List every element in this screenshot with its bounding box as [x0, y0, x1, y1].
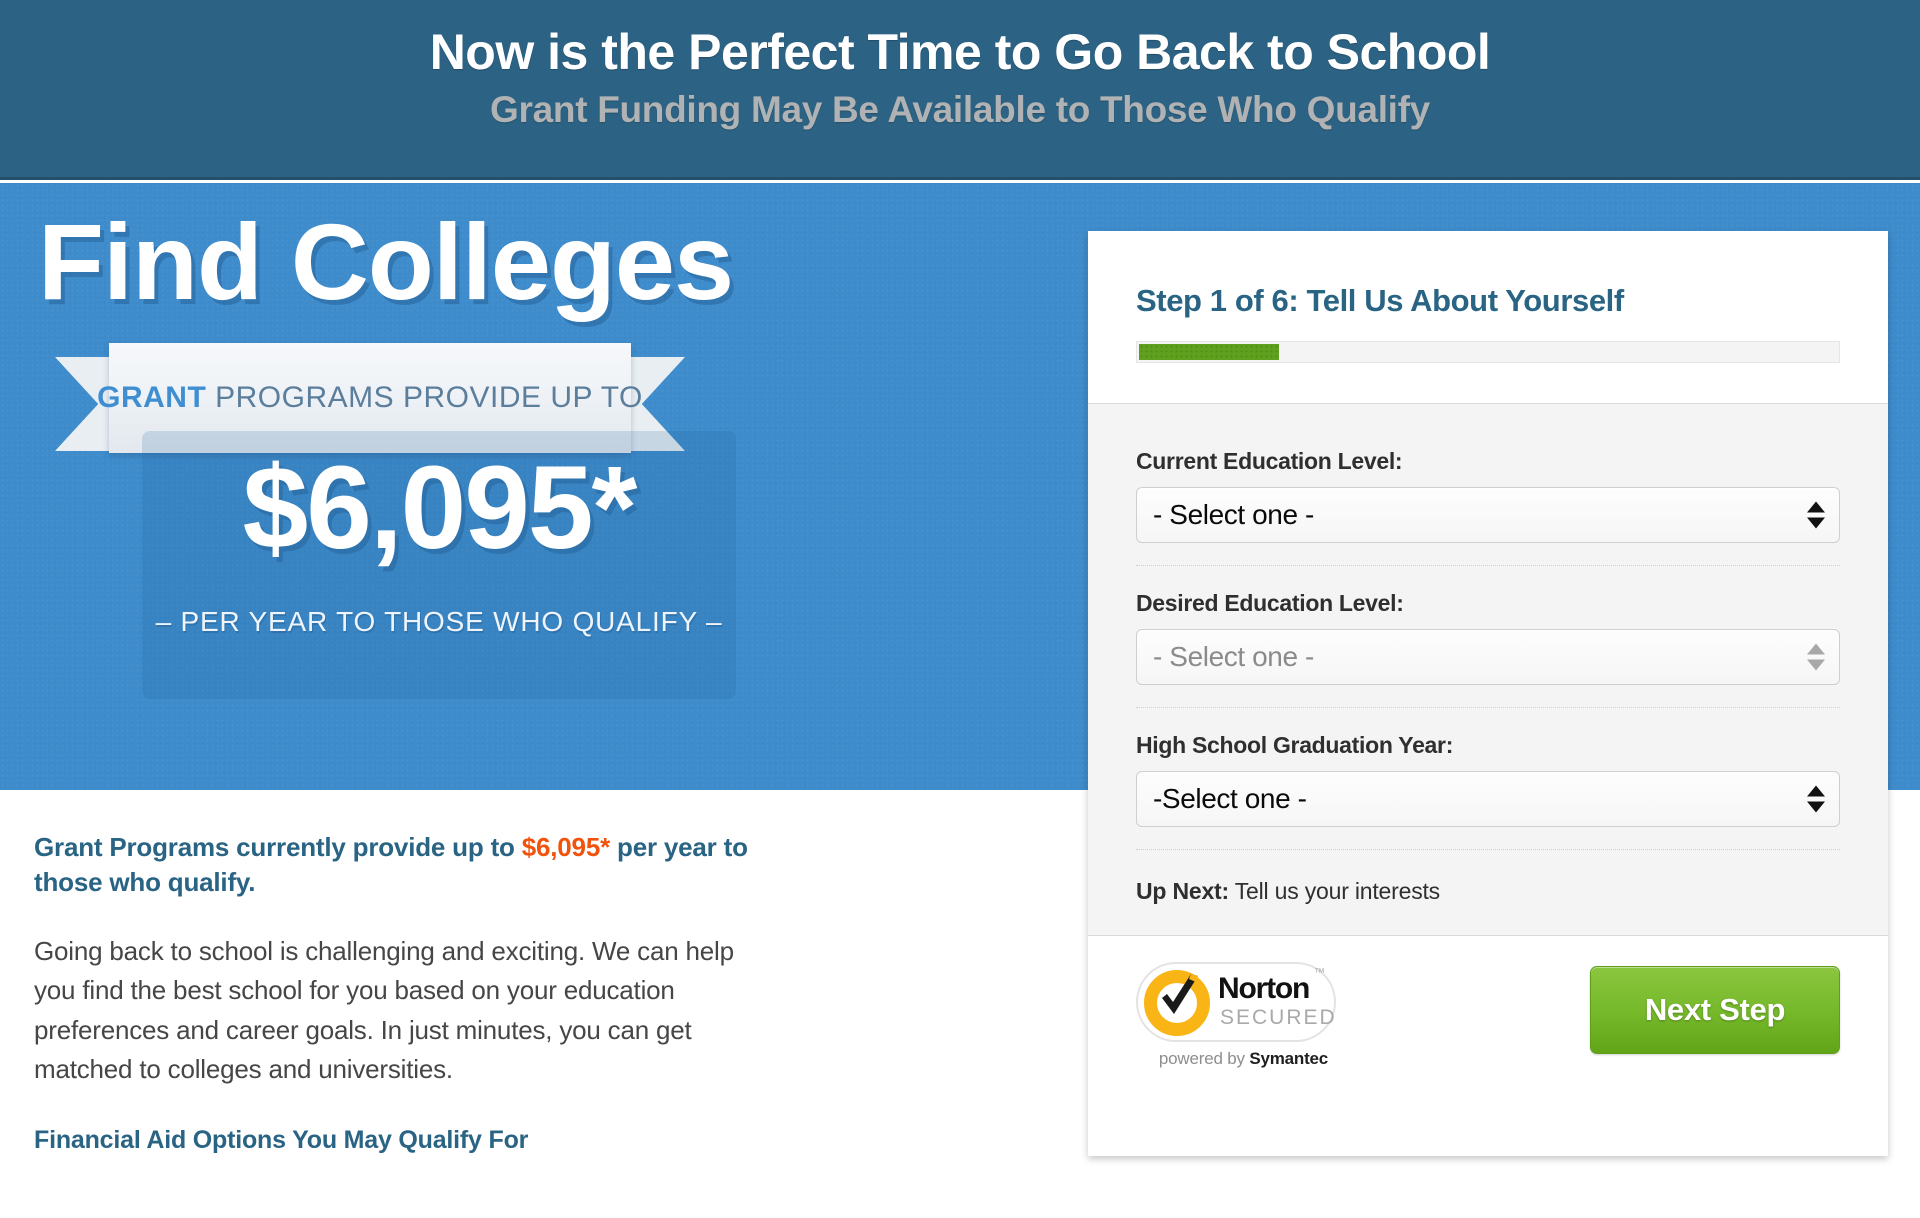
triangle-down-icon — [1807, 659, 1825, 671]
select-value: -Select one - — [1153, 783, 1307, 814]
article-copy: Grant Programs currently provide up to $… — [34, 830, 764, 1155]
grant-amount-caption: – PER YEAR TO THOSE WHO QUALIFY – — [155, 606, 723, 637]
lede-amount: $6,095* — [521, 832, 610, 862]
lead-form-card: Step 1 of 6: Tell Us About Yourself Curr… — [1088, 231, 1888, 1156]
form-body: Current Education Level: - Select one - … — [1088, 404, 1888, 935]
landing-page: Now is the Perfect Time to Go Back to Sc… — [0, 0, 1920, 1218]
chevron-stepper-icon[interactable] — [1807, 785, 1825, 813]
next-step-button[interactable]: Next Step — [1590, 966, 1840, 1054]
form-header: Step 1 of 6: Tell Us About Yourself — [1088, 231, 1888, 404]
up-next-hint: Up Next: Tell us your interests — [1136, 874, 1840, 905]
hero-headline: Find Colleges — [38, 201, 734, 322]
field-current-education-level: Current Education Level: - Select one - — [1136, 448, 1840, 566]
powered-brand: Symantec — [1249, 1049, 1329, 1068]
article-lede: Grant Programs currently provide up to $… — [34, 830, 764, 900]
ribbon-strong-word: GRANT — [97, 381, 207, 414]
triangle-down-icon — [1807, 801, 1825, 813]
chevron-stepper-icon[interactable] — [1807, 643, 1825, 671]
current-education-level-select[interactable]: - Select one - — [1136, 487, 1840, 543]
lede-text-before: Grant Programs currently provide up to — [34, 832, 522, 862]
ribbon-text: GRANT PROGRAMS PROVIDE UP TO — [97, 381, 643, 415]
ribbon-rest-text: PROGRAMS PROVIDE UP TO — [206, 381, 643, 414]
field-label: Desired Education Level: — [1136, 590, 1404, 616]
up-next-label: Up Next: — [1136, 878, 1229, 904]
progress-bar-fill — [1139, 344, 1279, 360]
trademark-symbol: ™ — [1314, 967, 1325, 979]
high-school-graduation-year-select[interactable]: -Select one - — [1136, 771, 1840, 827]
norton-powered-by: powered by Symantec — [1136, 1049, 1351, 1069]
hero-graphic: Find Colleges GRANT PROGRAMS PROVIDE UP … — [0, 183, 1085, 790]
powered-prefix: powered by — [1158, 1049, 1250, 1068]
norton-badge-frame: Norton SECURED ™ — [1136, 962, 1336, 1042]
grant-amount: $6,095* — [242, 442, 638, 574]
progress-bar — [1136, 341, 1840, 363]
top-banner: Now is the Perfect Time to Go Back to Sc… — [0, 0, 1920, 180]
triangle-up-icon — [1807, 501, 1825, 513]
norton-brand-text: Norton — [1218, 972, 1310, 1005]
checkmark-icon — [1162, 974, 1198, 1014]
up-next-value: Tell us your interests — [1228, 878, 1440, 904]
article-subheading: Financial Aid Options You May Qualify Fo… — [34, 1125, 529, 1154]
form-step-title: Step 1 of 6: Tell Us About Yourself — [1136, 283, 1624, 318]
chevron-stepper-icon[interactable] — [1807, 501, 1825, 529]
banner-subheadline: Grant Funding May Be Available to Those … — [490, 88, 1430, 130]
field-label: High School Graduation Year: — [1136, 732, 1454, 758]
norton-secured-badge: Norton SECURED ™ powered by Symantec — [1136, 958, 1351, 1069]
triangle-up-icon — [1807, 785, 1825, 797]
field-desired-education-level: Desired Education Level: - Select one - — [1136, 590, 1840, 708]
form-footer: Norton SECURED ™ powered by Symantec Nex… — [1088, 935, 1888, 1069]
select-value: - Select one - — [1153, 499, 1314, 530]
article-paragraph: Going back to school is challenging and … — [34, 935, 734, 1085]
norton-status-text: SECURED — [1220, 1006, 1337, 1029]
desired-education-level-select[interactable]: - Select one - — [1136, 629, 1840, 685]
amount-panel: $6,095* – PER YEAR TO THOSE WHO QUALIFY … — [142, 431, 736, 699]
select-value: - Select one - — [1153, 641, 1314, 672]
field-label: Current Education Level: — [1136, 448, 1403, 474]
triangle-up-icon — [1807, 643, 1825, 655]
field-high-school-graduation-year: High School Graduation Year: -Select one… — [1136, 732, 1840, 850]
triangle-down-icon — [1807, 517, 1825, 529]
banner-headline: Now is the Perfect Time to Go Back to Sc… — [429, 24, 1491, 80]
